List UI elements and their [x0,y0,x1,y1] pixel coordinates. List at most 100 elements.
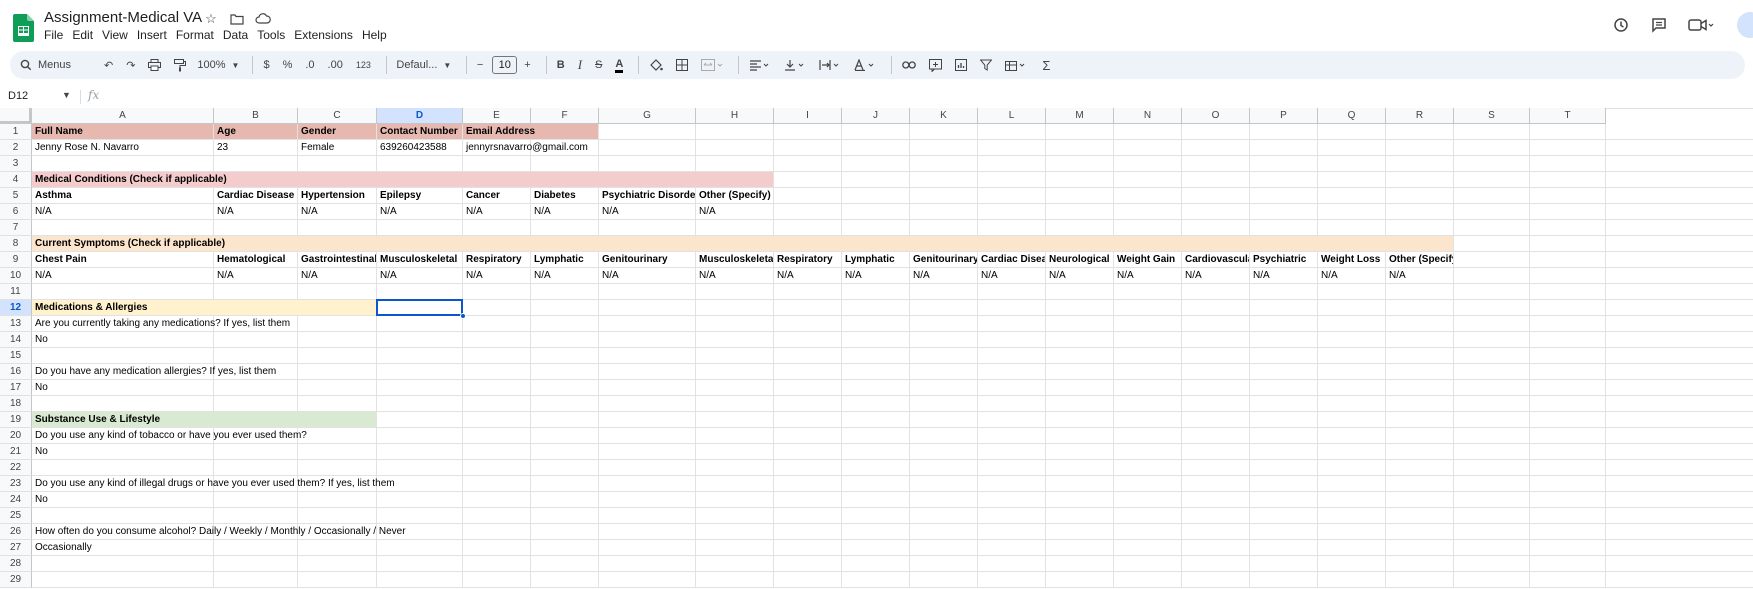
sheets-logo-icon[interactable] [13,14,34,42]
move-folder-icon[interactable] [227,11,247,27]
row-header-13[interactable]: 13 [0,316,32,332]
row-header-1[interactable]: 1 [0,124,32,140]
row-header-27[interactable]: 27 [0,540,32,556]
paint-format-icon[interactable] [170,54,190,76]
cell-a10[interactable]: N/A [32,268,213,283]
cell-a19[interactable]: Substance Use & Lifestyle [32,412,376,427]
star-icon[interactable]: ☆ [201,11,221,27]
italic-button[interactable]: I [574,54,586,76]
cell-a14[interactable]: No [32,332,213,347]
cell-a27[interactable]: Occasionally [32,540,213,555]
cell-e5[interactable]: Cancer [463,188,530,203]
cell-f9[interactable]: Lymphatic [531,252,598,267]
increase-decimal-button[interactable]: .00 [324,54,347,76]
more-formats-button[interactable]: 123 [352,54,375,76]
cell-f10[interactable]: N/A [531,268,598,283]
row-header-8[interactable]: 8 [0,236,32,252]
row-header-10[interactable]: 10 [0,268,32,284]
cell-p10[interactable]: N/A [1250,268,1317,283]
cell-p9[interactable]: Psychiatric [1250,252,1317,267]
cell-a24[interactable]: No [32,492,213,507]
cell-c5[interactable]: Hypertension [298,188,376,203]
cell-d9[interactable]: Musculoskeletal [377,252,462,267]
menu-help[interactable]: Help [362,28,393,42]
cell-i10[interactable]: N/A [774,268,841,283]
insert-chart-icon[interactable] [951,54,971,76]
menu-tools[interactable]: Tools [257,28,291,42]
column-header-d[interactable]: D [377,108,463,124]
cell-c6[interactable]: N/A [298,204,376,219]
cell-b5[interactable]: Cardiac Disease [214,188,297,203]
cell-a12[interactable]: Medications & Allergies [32,300,376,315]
menu-edit[interactable]: Edit [72,28,99,42]
row-header-26[interactable]: 26 [0,524,32,540]
cell-a8[interactable]: Current Symptoms (Check if applicable) [32,236,1453,251]
column-header-c[interactable]: C [298,108,377,124]
row-header-23[interactable]: 23 [0,476,32,492]
active-cell-selection[interactable] [376,299,463,316]
row-header-25[interactable]: 25 [0,508,32,524]
cell-a16[interactable]: Do you have any medication allergies? If… [32,364,276,379]
cell-e10[interactable]: N/A [463,268,530,283]
cell-i9[interactable]: Respiratory [774,252,841,267]
row-header-21[interactable]: 21 [0,444,32,460]
column-header-n[interactable]: N [1114,108,1182,124]
row-header-3[interactable]: 3 [0,156,32,172]
cell-m10[interactable]: N/A [1046,268,1113,283]
cell-j9[interactable]: Lymphatic [842,252,909,267]
cell-k9[interactable]: Genitourinary [910,252,977,267]
cell-a1[interactable]: Full Name [32,124,213,139]
cell-d10[interactable]: N/A [377,268,462,283]
cell-c1[interactable]: Gender [298,124,376,139]
name-box[interactable]: D12 [8,90,28,102]
cell-f5[interactable]: Diabetes [531,188,598,203]
column-header-j[interactable]: J [842,108,910,124]
cell-l10[interactable]: N/A [978,268,1045,283]
column-header-s[interactable]: S [1454,108,1530,124]
column-header-t[interactable]: T [1530,108,1606,124]
zoom-select[interactable]: 100% ▼ [195,54,241,76]
cell-h9[interactable]: Musculoskeletal [696,252,773,267]
text-wrapping-icon[interactable] [815,54,845,76]
functions-sigma-icon[interactable]: Σ [1038,54,1054,76]
cell-a17[interactable]: No [32,380,213,395]
column-header-m[interactable]: M [1046,108,1114,124]
filter-views-icon[interactable] [1001,54,1033,76]
menu-extensions[interactable]: Extensions [294,28,359,42]
cloud-status-icon[interactable] [253,11,273,27]
cell-b10[interactable]: N/A [214,268,297,283]
cell-h5[interactable]: Other (Specify) [696,188,773,203]
column-header-l[interactable]: L [978,108,1046,124]
cell-r9[interactable]: Other (Specify) [1386,252,1453,267]
fill-color-icon[interactable] [645,54,667,76]
row-header-4[interactable]: 4 [0,172,32,188]
cell-b9[interactable]: Hematological [214,252,297,267]
cell-q9[interactable]: Weight Loss [1318,252,1385,267]
account-avatar[interactable] [1737,12,1753,38]
increase-font-size-button[interactable]: + [520,54,534,76]
cell-a20[interactable]: Do you use any kind of tobacco or have y… [32,428,307,443]
menu-view[interactable]: View [102,28,134,42]
format-currency-button[interactable]: $ [259,54,273,76]
row-header-9[interactable]: 9 [0,252,32,268]
format-percent-button[interactable]: % [279,54,297,76]
cell-a2[interactable]: Jenny Rose N. Navarro [32,140,213,155]
cell-m9[interactable]: Neurological [1046,252,1113,267]
cell-c9[interactable]: Gastrointestinal [298,252,376,267]
cell-b1[interactable]: Age [214,124,297,139]
cell-k10[interactable]: N/A [910,268,977,283]
cell-d5[interactable]: Epilepsy [377,188,462,203]
menu-insert[interactable]: Insert [137,28,173,42]
cell-e2[interactable]: jennyrsnavarro@gmail.com [463,140,588,155]
row-header-22[interactable]: 22 [0,460,32,476]
row-header-11[interactable]: 11 [0,284,32,300]
cell-n10[interactable]: N/A [1114,268,1181,283]
cell-j10[interactable]: N/A [842,268,909,283]
cell-d6[interactable]: N/A [377,204,462,219]
insert-link-icon[interactable] [898,54,920,76]
cell-b6[interactable]: N/A [214,204,297,219]
borders-icon[interactable] [672,54,692,76]
column-header-b[interactable]: B [214,108,298,124]
cell-f6[interactable]: N/A [531,204,598,219]
cell-r10[interactable]: N/A [1386,268,1453,283]
